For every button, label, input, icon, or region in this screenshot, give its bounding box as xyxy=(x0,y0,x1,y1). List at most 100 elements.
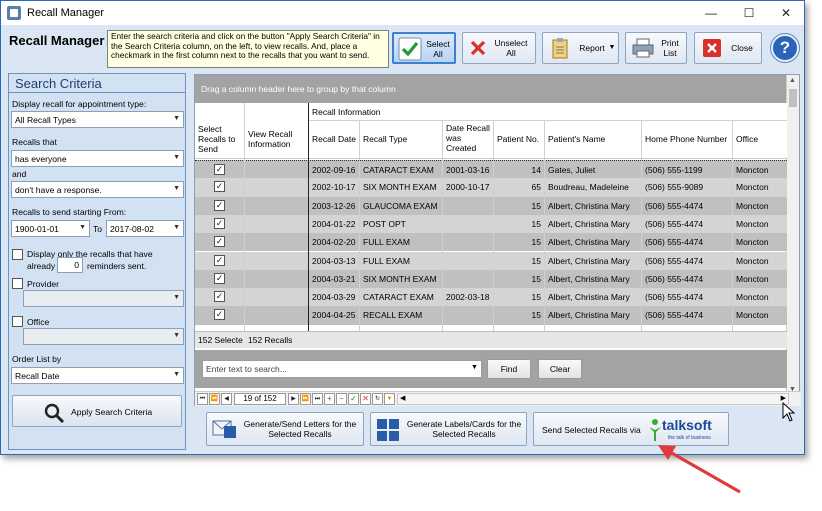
minimize-button[interactable]: — xyxy=(694,1,728,25)
divider xyxy=(9,92,185,93)
close-button[interactable]: Close xyxy=(694,32,762,64)
cell-recall-date: 2004-03-21 xyxy=(312,273,356,284)
col-header-patient-name[interactable]: Patient's Name xyxy=(545,134,640,144)
clear-button[interactable]: Clear xyxy=(538,359,582,379)
select-cell: ✓ xyxy=(195,197,245,215)
reminders-filter-checkbox[interactable] xyxy=(12,249,23,260)
cell-patient-no: 15 xyxy=(531,237,541,248)
view-recall-cell[interactable] xyxy=(245,306,309,324)
row-select-checkbox[interactable]: ✓ xyxy=(214,164,225,175)
find-button[interactable]: Find xyxy=(487,359,531,379)
prev-record-icon[interactable]: ◀ xyxy=(221,393,232,405)
table-row[interactable]: ✓ 2004-04-25 RECALL EXAM 15 Albert, Christin… xyxy=(195,306,787,325)
cell-recall-type: RECALL EXAM xyxy=(363,310,423,321)
date-from-picker[interactable]: 1900-01-01 ▼ xyxy=(11,220,90,237)
provider-select[interactable]: ▼ xyxy=(23,290,184,307)
col-header-recall-date[interactable]: Recall Date xyxy=(309,134,359,144)
chevron-down-icon: ▼ xyxy=(173,371,180,378)
table-row[interactable]: ✓ 2003-12-26 GLAUCOMA EXAM 15 Albert, Christ… xyxy=(195,196,787,215)
next-page-icon[interactable]: ⏩ xyxy=(300,393,311,405)
table-row[interactable]: ✓ 2004-01-22 POST OPT 15 Albert, Christina M… xyxy=(195,214,787,234)
table-row[interactable]: ✓ 2004-03-29 CATARACT EXAM 2002-03-18 15 Albe… xyxy=(195,288,787,307)
table-row[interactable]: ✓ 2004-02-20 FULL EXAM 15 Albert, Christina … xyxy=(195,233,787,252)
send-via-talksoft-button[interactable]: Send Selected Recalls via talksoft the t… xyxy=(533,412,729,446)
view-recall-cell[interactable] xyxy=(245,288,309,306)
order-select[interactable]: Recall Date ▼ xyxy=(11,367,184,384)
print-list-button[interactable]: Print List xyxy=(625,32,687,64)
cell-date-created xyxy=(443,197,493,215)
table-row[interactable]: ✓ 2002-10-17 SIX MONTH EXAM 2000-10-17 65 Bou… xyxy=(195,178,787,197)
row-select-checkbox[interactable]: ✓ xyxy=(214,254,225,266)
generate-letters-button[interactable]: Generate/Send Letters for the Selected R… xyxy=(206,412,364,446)
help-button[interactable]: ? xyxy=(771,34,799,62)
cell-phone: (506) 555-1199 xyxy=(645,165,703,175)
record-position: 19 of 152 xyxy=(234,393,286,405)
vertical-scrollbar[interactable]: ▲ ▼ xyxy=(786,75,799,395)
maximize-button[interactable]: ☐ xyxy=(732,1,766,25)
row-select-checkbox[interactable]: ✓ xyxy=(214,181,225,193)
delete-record-icon[interactable]: − xyxy=(336,393,347,405)
row-select-checkbox[interactable]: ✓ xyxy=(214,272,225,284)
save-record-icon[interactable]: ✓ xyxy=(348,393,359,405)
unselect-all-button[interactable]: Unselect All xyxy=(462,32,536,64)
col-header-view[interactable]: View Recall Information xyxy=(245,129,307,149)
add-record-icon[interactable]: + xyxy=(324,393,335,405)
response-select[interactable]: don't have a response. ▼ xyxy=(11,181,184,198)
row-select-checkbox[interactable]: ✓ xyxy=(214,291,225,303)
row-select-checkbox[interactable]: ✓ xyxy=(214,217,225,229)
table-row[interactable]: ✓ 2002-09-16 CATARACT EXAM 2001-03-16 14 Gate… xyxy=(195,160,787,179)
first-page-icon[interactable]: ⏮ xyxy=(197,393,208,405)
prev-page-icon[interactable]: ⏪ xyxy=(209,393,220,405)
col-header-phone[interactable]: Home Phone Number xyxy=(642,134,732,144)
office-select[interactable]: ▼ xyxy=(23,328,184,345)
cancel-record-icon[interactable]: ✕ xyxy=(360,393,371,405)
office-label: Office xyxy=(27,317,50,327)
cell-phone: (506) 555-4474 xyxy=(645,218,704,229)
group-by-bar[interactable]: Drag a column header here to group by th… xyxy=(195,75,787,103)
generate-labels-button[interactable]: Generate Labels/Cards for the Selected R… xyxy=(370,412,527,446)
clipboard-icon xyxy=(552,38,568,59)
scroll-thumb[interactable] xyxy=(789,89,797,107)
date-to-picker[interactable]: 2017-08-02 ▼ xyxy=(106,220,184,237)
reminders-count-input[interactable]: 0 xyxy=(57,257,83,273)
view-recall-cell[interactable] xyxy=(245,270,309,288)
view-recall-cell[interactable] xyxy=(245,178,309,196)
row-select-checkbox[interactable]: ✓ xyxy=(214,199,225,211)
table-row[interactable]: ✓ 2004-03-21 SIX MONTH EXAM 15 Albert, Chris… xyxy=(195,269,787,289)
cell-recall-date: 2004-02-20 xyxy=(312,237,356,248)
apply-search-criteria-button[interactable]: Apply Search Criteria xyxy=(12,395,182,427)
col-header-date-created[interactable]: Date Recall was Created xyxy=(443,123,493,153)
table-row[interactable]: ✓ 2004-03-13 FULL EXAM 15 Albert, Christina … xyxy=(195,251,787,270)
view-recall-cell[interactable] xyxy=(245,197,309,215)
refresh-icon[interactable]: ↻ xyxy=(372,393,383,405)
row-select-checkbox[interactable]: ✓ xyxy=(214,309,225,321)
last-page-icon[interactable]: ⏭ xyxy=(312,393,323,405)
grid-search-input[interactable]: Enter text to search... xyxy=(202,360,482,378)
select-all-button[interactable]: Select All xyxy=(392,32,456,64)
col-header-recall-type[interactable]: Recall Type xyxy=(360,134,442,144)
chevron-down-icon[interactable]: ▼ xyxy=(471,364,478,371)
filter-icon[interactable]: ▼ xyxy=(384,393,395,405)
report-button[interactable]: Report ▼ xyxy=(542,32,619,64)
cell-patient-name: Albert, Christina Mary xyxy=(548,255,630,266)
close-window-button[interactable]: ✕ xyxy=(769,1,803,25)
view-recall-cell[interactable] xyxy=(245,233,309,251)
chevron-down-icon: ▼ xyxy=(173,115,180,122)
office-checkbox[interactable] xyxy=(12,316,23,327)
frozen-column-divider xyxy=(308,103,309,331)
recall-type-select[interactable]: All Recall Types ▼ xyxy=(11,111,184,128)
horizontal-scrollbar[interactable]: ◀ ▶ xyxy=(397,393,789,405)
recalls-grid: Drag a column header here to group by th… xyxy=(194,74,801,406)
provider-checkbox[interactable] xyxy=(12,278,23,289)
chevron-down-icon: ▼ xyxy=(79,224,86,231)
view-recall-cell[interactable] xyxy=(245,215,309,233)
next-record-icon[interactable]: ▶ xyxy=(288,393,299,405)
recalls-that-select[interactable]: has everyone ▼ xyxy=(11,150,184,167)
col-header-office[interactable]: Office xyxy=(733,134,783,144)
view-recall-cell[interactable] xyxy=(245,252,309,270)
col-header-select[interactable]: Select Recalls to Send xyxy=(195,124,243,154)
col-header-patient-no[interactable]: Patient No. xyxy=(494,134,544,144)
cell-recall-type: POST OPT xyxy=(363,218,406,229)
row-select-checkbox[interactable]: ✓ xyxy=(214,236,225,248)
view-recall-cell[interactable] xyxy=(245,161,309,179)
